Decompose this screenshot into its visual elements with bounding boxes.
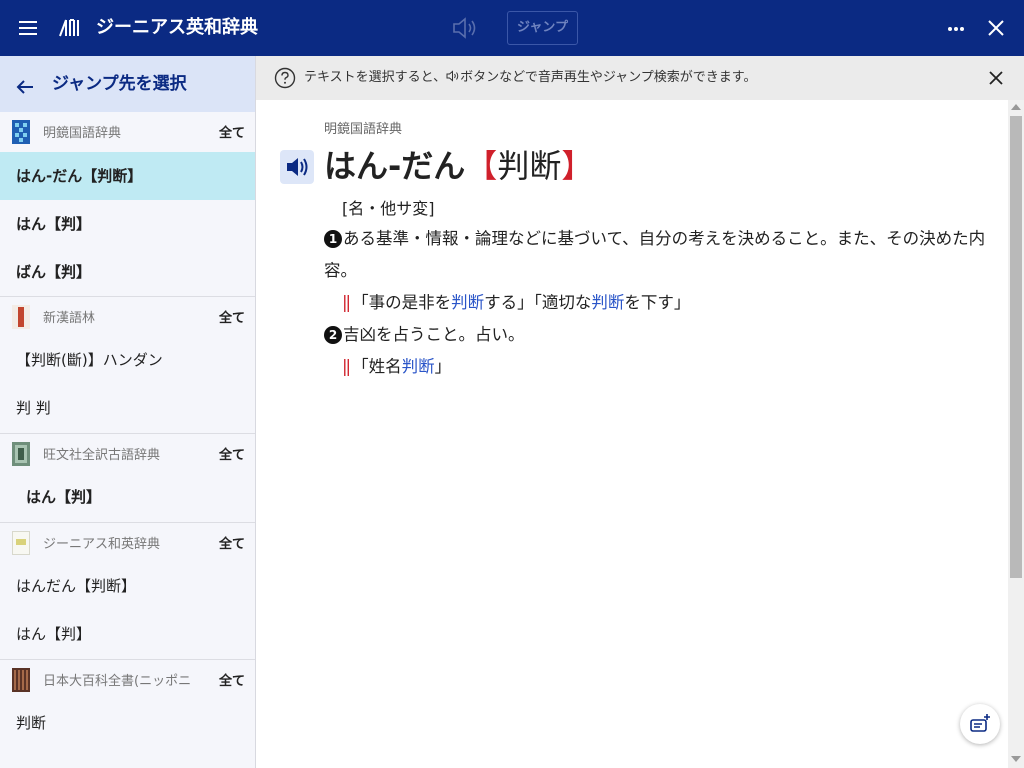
hint-text-start: テキストを選択すると、 <box>304 70 447 85</box>
sense-2-example: || 「姓名判断」 <box>342 351 451 383</box>
dictionary-name: 明鏡国語辞典 <box>43 126 122 141</box>
list-item[interactable]: はん【判】 <box>0 473 255 521</box>
example-text: 「事の是非を <box>352 293 452 312</box>
dictionary-header: ジーニアス和英辞典 全て <box>0 522 255 562</box>
dictionary-header: 新漢語林 全て <box>0 296 255 336</box>
hint-text-end: ボタンなどで音声再生やジャンプ検索ができます。 <box>460 70 757 85</box>
part-of-speech: [名・他サ変] <box>342 199 435 218</box>
example-text: 「姓名 <box>352 357 402 376</box>
speaker-icon <box>287 158 308 176</box>
list-item[interactable]: はん-だん【判断】 <box>0 152 255 200</box>
definition-text: 吉凶を占うこと。占い。 <box>343 325 525 344</box>
dictionary-group: 旺文社全訳古語辞典 全て はん【判】 <box>0 433 255 521</box>
dictionary-header: 日本大百科全書(ニッポニ 全て <box>0 659 255 699</box>
back-arrow-icon[interactable] <box>14 76 36 98</box>
more-options-icon[interactable] <box>944 16 968 40</box>
show-all-link[interactable]: 全て <box>219 670 245 689</box>
dictionary-header: 旺文社全訳古語辞典 全て <box>0 433 255 473</box>
help-icon <box>274 67 296 89</box>
sense-number-badge: 2 <box>324 326 342 344</box>
jump-target-panel: ジャンプ先を選択 明鏡国語辞典 全て はん-だん【判断】 はん【判】 ばん【判】… <box>0 56 256 768</box>
list-item[interactable]: はん【判】 <box>0 610 255 658</box>
dictionary-group: 新漢語林 全て 【判断(斷)】ハンダン 判 判 <box>0 296 255 432</box>
dictionary-cover-icon <box>12 305 30 329</box>
jump-button[interactable]: ジャンプ <box>507 11 578 45</box>
definition-text: ある基準・情報・論理などに基づいて、自分の考えを決めること。また、その決めた内容… <box>324 229 986 280</box>
add-bookmark-icon <box>970 714 990 732</box>
example-text: 」 <box>434 357 452 376</box>
bracket-close: 】 <box>561 147 594 185</box>
headword-kanji: 判断 <box>497 147 562 185</box>
show-all-link[interactable]: 全て <box>219 444 245 463</box>
dictionary-cover-icon <box>12 120 30 144</box>
panel-header: ジャンプ先を選択 <box>0 56 255 112</box>
dictionary-header: 明鏡国語辞典 全て <box>0 112 255 152</box>
app-header: ジーニアス英和辞典 ジャンプ <box>0 0 1024 56</box>
scroll-up-arrow-icon[interactable] <box>1011 104 1021 110</box>
sense-number-badge: 1 <box>324 230 342 248</box>
example-marker: || <box>342 357 351 376</box>
headword: はん-だん【判断】 <box>324 144 593 188</box>
dictionary-cover-icon <box>12 442 30 466</box>
speaker-icon <box>446 70 459 82</box>
list-item[interactable]: 判断 <box>0 699 255 747</box>
speaker-icon[interactable] <box>450 15 480 41</box>
list-item[interactable]: はん【判】 <box>0 200 255 248</box>
dictionary-logo-icon <box>59 19 79 37</box>
sense-2-definition: 2 吉凶を占うこと。占い。 <box>324 319 994 351</box>
dictionary-group: 明鏡国語辞典 全て はん-だん【判断】 はん【判】 ばん【判】 <box>0 112 255 296</box>
close-icon[interactable] <box>984 16 1008 40</box>
app-title: ジーニアス英和辞典 <box>96 17 258 38</box>
hint-bar: テキストを選択すると、 ボタンなどで音声再生やジャンプ検索ができます。 <box>256 56 1024 100</box>
example-text: を下す」 <box>624 293 691 312</box>
close-hint-icon[interactable] <box>986 68 1006 88</box>
scrollbar-thumb[interactable] <box>1010 116 1022 578</box>
dictionary-cover-icon <box>12 531 30 555</box>
entry-content: 明鏡国語辞典 はん-だん【判断】 [名・他サ変] 1 ある基準・情報・論理などに基… <box>256 100 1008 768</box>
scroll-down-arrow-icon[interactable] <box>1011 756 1021 762</box>
list-item[interactable]: ばん【判】 <box>0 248 255 296</box>
sense-1-example: || 「事の是非を判断する」「適切な判断を下す」 <box>342 287 690 319</box>
dictionary-group: 日本大百科全書(ニッポニ 全て 判断 <box>0 659 255 747</box>
example-link[interactable]: 判断 <box>402 357 435 376</box>
show-all-link[interactable]: 全て <box>219 307 245 326</box>
show-all-link[interactable]: 全て <box>219 533 245 552</box>
example-marker: || <box>342 293 351 312</box>
panel-title: ジャンプ先を選択 <box>52 74 187 94</box>
pronounce-button[interactable] <box>280 150 314 184</box>
dictionary-name: 旺文社全訳古語辞典 <box>43 448 161 463</box>
bracket-open: 【 <box>465 147 498 185</box>
dictionary-name: ジーニアス和英辞典 <box>43 537 161 552</box>
list-item[interactable]: 【判断(斷)】ハンダン <box>0 336 255 384</box>
dictionary-name: 日本大百科全書(ニッポニ <box>43 674 192 689</box>
hint-text: テキストを選択すると、 ボタンなどで音声再生やジャンプ検索ができます。 <box>304 68 757 88</box>
dictionary-name: 新漢語林 <box>43 311 96 326</box>
list-item[interactable]: はんだん【判断】 <box>0 562 255 610</box>
example-link[interactable]: 判断 <box>451 293 484 312</box>
example-text: する」「適切な <box>484 293 592 312</box>
dictionary-cover-icon <box>12 668 30 692</box>
sense-1-definition: 1 ある基準・情報・論理などに基づいて、自分の考えを決めること。また、その決めた内… <box>324 223 994 287</box>
hamburger-menu-icon[interactable] <box>16 16 40 40</box>
example-link[interactable]: 判断 <box>591 293 624 312</box>
dictionary-group: ジーニアス和英辞典 全て はんだん【判断】 はん【判】 <box>0 522 255 658</box>
add-note-button[interactable] <box>960 704 1000 744</box>
show-all-link[interactable]: 全て <box>219 122 245 141</box>
list-item[interactable]: 判 判 <box>0 384 255 432</box>
headword-kana: はん-だん <box>324 147 466 185</box>
source-dictionary-label: 明鏡国語辞典 <box>324 122 403 137</box>
